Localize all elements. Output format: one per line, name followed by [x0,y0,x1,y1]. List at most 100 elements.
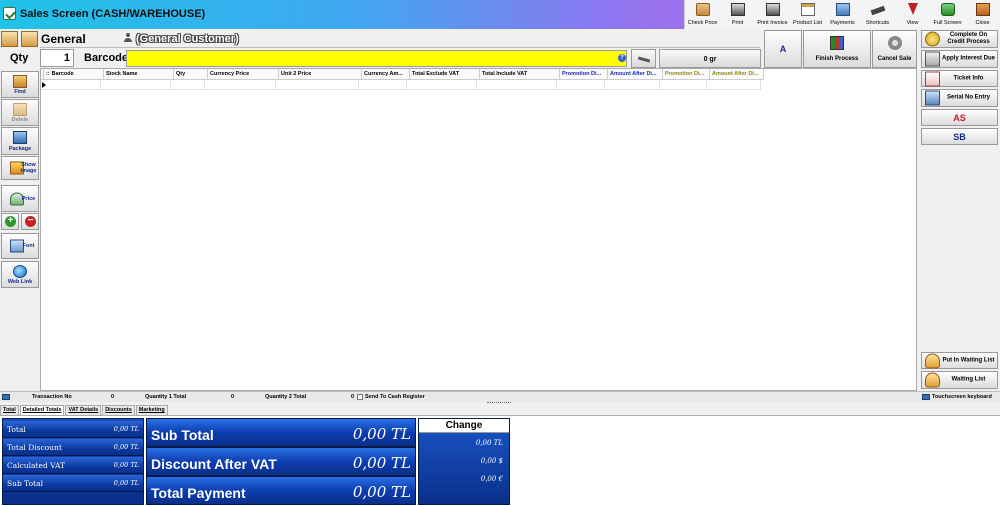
printer-icon [730,3,745,16]
grid-column-header[interactable]: Promotion Di... [560,69,608,80]
grid-column-header[interactable]: Total Include VAT [480,69,560,80]
tab-vat-details[interactable]: VAT Details [65,405,102,415]
grid-cell[interactable] [707,80,761,90]
print-button[interactable]: Print [720,0,755,29]
tab-discounts[interactable]: Discounts [102,405,135,415]
show-image-button[interactable]: Show Image [1,156,39,180]
grid-cell[interactable] [205,80,276,90]
put-in-waiting-list-button[interactable]: Put In Waiting List [921,352,998,369]
qty-input[interactable]: 1 [40,49,74,67]
send-to-register-label: Send To Cash Register [365,394,425,400]
serial-no-entry-button[interactable]: Serial No Entry [921,89,998,107]
grid-cell[interactable] [41,80,101,90]
grid-cell[interactable] [276,80,359,90]
increase-button[interactable]: + [1,213,19,230]
grid-cell[interactable] [101,80,171,90]
total-payment-row: Total Payment 0,00 TL [146,476,416,505]
product-list-button[interactable]: Product List [790,0,825,29]
grid-cell[interactable] [557,80,605,90]
transaction-label: Transaction No [32,394,72,400]
sb-button[interactable]: SB [921,128,998,145]
waiting-person-icon [925,353,940,368]
grid-column-header[interactable]: :: Barcode [44,69,104,80]
ticket-icon [925,71,940,86]
customer-name[interactable]: General [41,32,86,46]
view-button[interactable]: View [895,0,930,29]
row-pointer-icon [42,82,46,88]
quantity2-label: Quantity 2 Total [265,394,307,400]
scanner-button[interactable] [631,49,656,68]
grid-cell[interactable] [660,80,707,90]
grid-column-header[interactable]: Stock Name [104,69,174,80]
find-icon [13,75,27,88]
customer-search-icon[interactable] [21,31,38,47]
big-sub-total-row: Sub Total 0,00 TL [146,418,416,447]
qty-label: Qty [10,52,29,64]
table-row[interactable] [41,80,761,90]
view-icon [907,3,918,15]
grid-column-header[interactable]: Currency Am... [362,69,410,80]
cancel-sale-button[interactable]: Cancel Sale [872,30,917,68]
full-screen-button[interactable]: Full Screen [930,0,965,29]
calculated-vat-row: Calculated VAT 0,00 TL [3,457,143,474]
grid-column-header[interactable]: Total Exclude VAT [410,69,480,80]
font-button[interactable]: Font [1,233,39,259]
customer-row: General (General Customer) [0,30,762,48]
top-toolbar: Check Price Print Print Invoice Product … [684,0,1000,29]
finish-books-icon [830,36,844,50]
payments-button[interactable]: Payments [825,0,860,29]
grid-column-header[interactable]: Unit 2 Price [279,69,362,80]
grid-column-header[interactable]: Qty [174,69,208,80]
touchscreen-keyboard-label[interactable]: Touchscreen keyboard [932,394,992,400]
close-door-icon [975,3,990,16]
a-button[interactable]: A [764,30,802,68]
panel-splitter[interactable] [487,402,511,404]
payments-icon [835,3,850,16]
grid-column-header[interactable]: Amount After Di... [608,69,663,80]
waiting-list-button[interactable]: Waiting List [921,371,998,389]
decrease-button[interactable]: − [21,213,39,230]
grid-cell[interactable] [171,80,205,90]
find-button[interactable]: Find [1,71,39,98]
barcode-input[interactable] [126,50,627,67]
print-invoice-button[interactable]: Print Invoice [755,0,790,29]
globe-icon [13,265,27,278]
ticket-info-button[interactable]: Ticket Info [921,70,998,87]
detailed-totals-panel: Total 0,00 TL Total Discount 0,00 TL Calcu… [2,418,144,505]
customer-divider [40,47,760,48]
total-discount-row: Total Discount 0,00 TL [3,439,143,456]
delete-button[interactable]: Delete [1,99,39,126]
grid-cell[interactable] [359,80,407,90]
grid-column-header[interactable]: Amount After Di... [710,69,764,80]
sales-grid[interactable]: :: Barcode Stock Name Qty Currency Price Unit… [40,68,917,391]
barcode-label: Barcode [84,52,129,64]
grid-cell[interactable] [407,80,477,90]
grid-cell[interactable] [605,80,660,90]
price-button[interactable]: Price [1,185,39,212]
check-price-button[interactable]: Check Price [685,0,720,29]
close-button[interactable]: Close [965,0,1000,29]
touchscreen-keyboard-icon[interactable] [922,394,930,400]
as-button[interactable]: AS [921,109,998,126]
send-to-register-checkbox[interactable] [357,394,363,400]
tab-total[interactable]: Total [0,405,19,415]
change-usd-value: 0,00 $ [480,457,503,465]
sub-total-row: Sub Total 0,00 TL [3,475,143,492]
quantity1-label: Quantity 1 Total [145,394,187,400]
grid-column-header[interactable]: Promotion Di... [663,69,710,80]
tab-detailed-totals[interactable]: Detailed Totals [19,405,65,415]
customer-folder-icon[interactable] [1,31,18,47]
grid-cell[interactable] [477,80,557,90]
keyboard-icon[interactable] [2,394,10,400]
tab-marketing[interactable]: Marketing [135,405,168,415]
help-icon[interactable]: ? [618,54,626,62]
apply-interest-button[interactable]: Apply Interest Due [921,50,998,68]
serial-icon [925,90,940,106]
finish-process-button[interactable]: Finish Process [803,30,871,68]
complete-on-credit-button[interactable]: Complete On Credit Process [921,30,998,48]
grid-column-header[interactable]: Currency Price [208,69,279,80]
print-invoice-icon [765,3,780,16]
package-button[interactable]: Package [1,127,39,155]
shortcuts-button[interactable]: Shortcuts [860,0,895,29]
web-link-button[interactable]: Web Link [1,261,39,288]
